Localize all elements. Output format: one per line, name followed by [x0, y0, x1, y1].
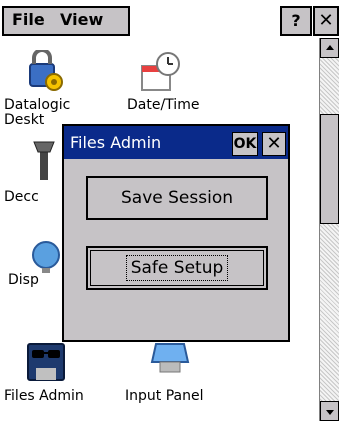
- datetime-label: Date/Time: [127, 97, 200, 113]
- decc-label: Decc: [4, 189, 39, 205]
- datalogic-label: Datalogic: [4, 97, 71, 113]
- dialog-title: Files Admin: [70, 133, 162, 152]
- input-panel-label: Input Panel: [125, 388, 204, 404]
- save-session-button[interactable]: Save Session: [86, 176, 268, 220]
- ok-button[interactable]: OK: [232, 132, 258, 156]
- calendar-clock-icon[interactable]: [138, 50, 182, 94]
- close-button[interactable]: ✕: [313, 6, 339, 36]
- tools-icon[interactable]: [30, 138, 62, 182]
- arrow-down-icon: [326, 410, 334, 415]
- scroll-up-button[interactable]: [320, 38, 339, 58]
- desktop-label: Deskt: [4, 112, 45, 128]
- help-button[interactable]: ?: [280, 6, 312, 36]
- floppy-disk-icon[interactable]: [24, 340, 68, 384]
- save-session-label: Save Session: [121, 188, 233, 208]
- display-icon[interactable]: [30, 240, 62, 274]
- scroll-down-button[interactable]: [320, 401, 339, 421]
- safe-setup-label: Safe Setup: [125, 255, 229, 281]
- file-menu[interactable]: File: [12, 10, 45, 29]
- view-menu[interactable]: View: [60, 10, 103, 29]
- vertical-scrollbar[interactable]: [319, 38, 339, 421]
- keyboard-monitor-icon[interactable]: [148, 340, 192, 380]
- files-admin-label: Files Admin: [4, 388, 84, 404]
- arrow-up-icon: [326, 45, 334, 50]
- lock-gear-icon[interactable]: [22, 50, 66, 94]
- scroll-thumb[interactable]: [320, 114, 339, 224]
- disp-label: Disp: [8, 272, 39, 288]
- dialog-close-button[interactable]: ✕: [262, 132, 286, 156]
- safe-setup-button[interactable]: Safe Setup: [86, 246, 268, 290]
- dialog-title-bar: Files Admin OK ✕: [64, 126, 288, 159]
- menu-group: File View: [2, 6, 130, 36]
- menu-bar: File View ? ✕: [0, 0, 339, 37]
- files-admin-dialog: Files Admin OK ✕ Save Session Safe Setup: [62, 124, 290, 342]
